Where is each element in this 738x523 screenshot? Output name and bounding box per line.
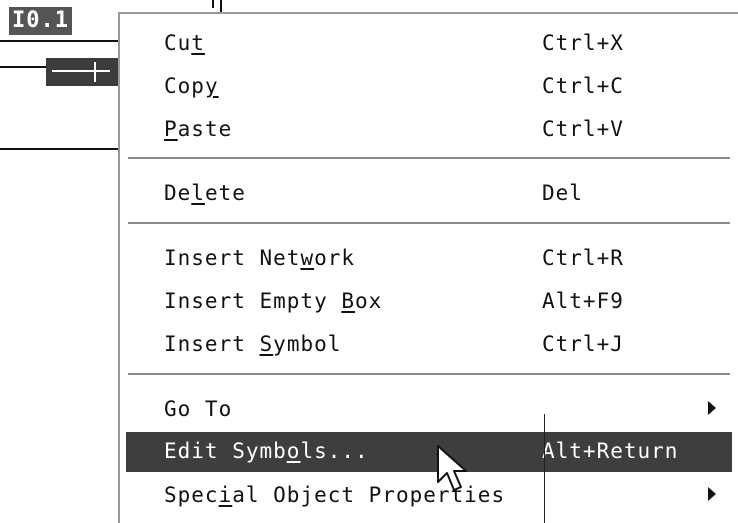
menu-item-label: Cut [164,31,205,55]
chevron-right-icon [708,487,716,501]
menu-item-shortcut: Ctrl+X [542,31,624,55]
contact-wire [52,70,110,72]
menu-item-insert-network[interactable]: Insert Network Ctrl+R [126,239,732,279]
box-right-edge [212,0,214,8]
menu-item-shortcut: Del [542,181,583,205]
menu-item-label: Insert Empty Box [164,289,383,313]
menu-item-shortcut: Ctrl+C [542,74,624,98]
address-underline [0,40,120,42]
address-label[interactable]: I0.1 [9,7,72,35]
menu-separator [128,157,730,160]
menu-item-label: Edit Symbols... [164,439,369,463]
menu-item-insert-empty-box[interactable]: Insert Empty Box Alt+F9 [126,282,732,322]
menu-item-edit-symbols[interactable]: Edit Symbols... Alt+Return [126,432,732,472]
menu-item-delete[interactable]: Delete Del [126,174,732,214]
menu-item-label: Delete [164,181,246,205]
menu-item-shortcut: Alt+Return [542,439,679,463]
menu-separator [128,222,730,225]
shortcut-column-divider [544,414,545,523]
menu-item-special-object-properties[interactable]: Special Object Properties [126,476,732,516]
menu-item-cut[interactable]: Cut Ctrl+X [126,24,732,64]
menu-separator [128,373,730,376]
menu-item-shortcut: Ctrl+R [542,246,624,270]
menu-item-shortcut: Ctrl+V [542,117,624,141]
menu-item-shortcut: Alt+F9 [542,289,624,313]
context-menu: Cut Ctrl+X Copy Ctrl+C Paste Ctrl+V Dele… [118,12,738,523]
contact-post [94,62,96,82]
menu-item-label: Insert Symbol [164,332,342,356]
mouse-pointer-icon [437,445,467,491]
menu-item-label: Paste [164,117,233,141]
menu-item-label: Copy [164,74,219,98]
menu-item-insert-symbol[interactable]: Insert Symbol Ctrl+J [126,325,732,365]
chevron-right-icon [708,401,716,415]
menu-item-label: Go To [164,397,233,421]
menu-item-label: Insert Network [164,246,356,270]
menu-item-go-to[interactable]: Go To [126,390,732,430]
power-rail-wire [0,66,48,68]
address-field[interactable]: I0.1 [0,0,94,38]
menu-item-paste[interactable]: Paste Ctrl+V [126,110,732,150]
menu-item-copy[interactable]: Copy Ctrl+C [126,67,732,107]
contact-element[interactable] [46,58,118,86]
menu-item-shortcut: Ctrl+J [542,332,624,356]
